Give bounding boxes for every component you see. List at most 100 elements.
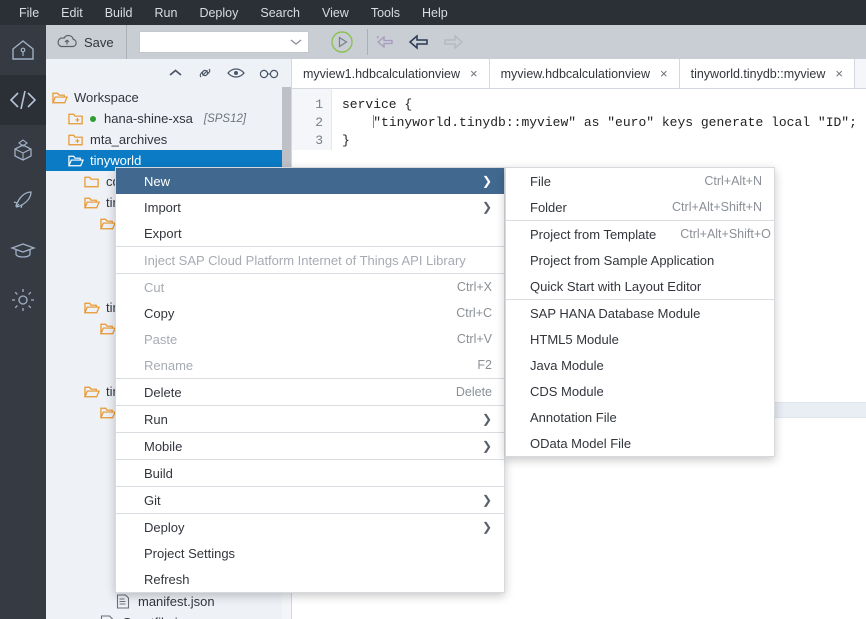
menu-item-project-from-template[interactable]: Project from Template Ctrl+Alt+Shift+O <box>506 221 774 247</box>
close-icon[interactable]: × <box>660 66 668 81</box>
menu-item-run[interactable]: Run ❯ <box>116 406 504 432</box>
rail-code-icon[interactable] <box>0 75 46 125</box>
folder-open-icon <box>100 321 116 337</box>
menu-item-label: New <box>144 173 171 189</box>
editor-tab[interactable]: myview.hdbcalculationview × <box>489 59 680 88</box>
chevron-right-icon: ❯ <box>481 493 492 507</box>
menu-item-refresh[interactable]: Refresh <box>116 566 504 592</box>
menu-item-new[interactable]: New ❯ <box>116 168 504 194</box>
back-button[interactable] <box>402 25 436 59</box>
menu-item-shortcut: Ctrl+V <box>456 332 492 346</box>
chevron-right-icon: ❯ <box>481 439 492 453</box>
menu-item-project-settings[interactable]: Project Settings <box>116 540 504 566</box>
arrow-left-icon <box>408 34 428 50</box>
eye-icon[interactable] <box>227 67 245 79</box>
rail-rocket-icon[interactable] <box>0 175 46 225</box>
tree-item[interactable]: Workspace <box>46 87 291 108</box>
tree-item-label: hana-shine-xsa <box>104 111 193 126</box>
code-line: } <box>342 133 350 148</box>
tree-item[interactable]: Gruntfile.js <box>46 612 291 619</box>
main-toolbar: Save <box>46 25 866 59</box>
folder-open-icon <box>84 195 100 211</box>
menu-item-project-from-sample-application[interactable]: Project from Sample Application <box>506 247 774 273</box>
collapse-up-icon[interactable] <box>168 68 183 78</box>
menu-item-annotation-file[interactable]: Annotation File <box>506 404 774 430</box>
folder-open-icon <box>52 90 68 106</box>
menu-run[interactable]: Run <box>144 2 189 24</box>
menu-bar: File Edit Build Run Deploy Search View Tools Hel… <box>0 0 866 25</box>
menu-item-odata-model-file[interactable]: OData Model File <box>506 430 774 456</box>
close-icon[interactable]: × <box>470 66 478 81</box>
ide-window: File Edit Build Run Deploy Search View Tools Hel… <box>0 0 866 619</box>
menu-tools[interactable]: Tools <box>360 2 411 24</box>
status-dot <box>90 115 96 122</box>
run-configuration-select[interactable] <box>138 31 309 53</box>
menu-edit[interactable]: Edit <box>50 2 94 24</box>
tree-item[interactable]: manifest.json <box>46 591 291 612</box>
menu-build[interactable]: Build <box>94 2 144 24</box>
menu-item-file[interactable]: File Ctrl+Alt+N <box>506 168 774 194</box>
file-icon <box>100 615 116 619</box>
menu-search[interactable]: Search <box>249 2 311 24</box>
link-icon[interactable] <box>197 65 213 81</box>
menu-item-mobile[interactable]: Mobile ❯ <box>116 433 504 459</box>
new-submenu[interactable]: File Ctrl+Alt+N Folder Ctrl+Alt+Shift+N Proj… <box>505 167 775 457</box>
rail-package-icon[interactable] <box>0 125 46 175</box>
save-button[interactable]: Save <box>46 25 127 59</box>
menu-item-label: File <box>530 173 551 189</box>
code-lines[interactable]: service { "tinyworld.tinydb::myview" as … <box>332 89 857 150</box>
menu-item-shortcut: Ctrl+X <box>456 280 492 294</box>
code-view[interactable]: 123 service { "tinyworld.tinydb::myview"… <box>292 89 866 150</box>
menu-item-git[interactable]: Git ❯ <box>116 487 504 513</box>
folder-open-icon <box>100 216 116 232</box>
menu-item-label: Java Module <box>530 357 604 373</box>
cloud-upload-icon <box>56 33 78 52</box>
menu-item-label: Rename <box>144 357 194 373</box>
menu-item-label: Project from Sample Application <box>530 252 715 268</box>
menu-item-import[interactable]: Import ❯ <box>116 194 504 220</box>
menu-item-sap-hana-database-module[interactable]: SAP HANA Database Module <box>506 300 774 326</box>
menu-item-quick-start-with-layout-editor[interactable]: Quick Start with Layout Editor <box>506 273 774 299</box>
menu-deploy[interactable]: Deploy <box>188 2 249 24</box>
editor-tab[interactable]: tinyworld.tinydb::myview × <box>679 59 855 88</box>
rail-graduation-cap-icon[interactable] <box>0 225 46 275</box>
menu-item-label: Copy <box>144 305 175 321</box>
step-back-button[interactable] <box>368 25 402 59</box>
menu-item-deploy[interactable]: Deploy ❯ <box>116 514 504 540</box>
chevron-right-icon: ❯ <box>481 174 492 188</box>
folder-plus-icon <box>68 111 84 127</box>
context-menu[interactable]: New ❯ Import ❯ Export Inject SAP Cloud Platfo… <box>115 167 505 593</box>
editor-tabs: myview1.hdbcalculationview × myview.hdbcal… <box>292 59 866 89</box>
menu-item-delete[interactable]: Delete Delete <box>116 379 504 405</box>
binoculars-icon[interactable] <box>259 67 279 79</box>
menu-item-label: Annotation File <box>530 409 617 425</box>
menu-item-label: CDS Module <box>530 383 604 399</box>
forward-button[interactable] <box>436 25 470 59</box>
editor-tab[interactable]: myview1.hdbcalculationview × <box>292 59 490 88</box>
menu-item-java-module[interactable]: Java Module <box>506 352 774 378</box>
menu-item-label: Mobile <box>144 438 183 454</box>
run-button[interactable] <box>329 29 355 55</box>
save-label: Save <box>84 34 114 50</box>
menu-help[interactable]: Help <box>411 2 459 24</box>
menu-item-folder[interactable]: Folder Ctrl+Alt+Shift+N <box>506 194 774 220</box>
menu-item-shortcut: F2 <box>477 358 492 372</box>
rail-gear-icon[interactable] <box>0 275 46 325</box>
menu-item-export[interactable]: Export <box>116 220 504 246</box>
menu-item-copy[interactable]: Copy Ctrl+C <box>116 300 504 326</box>
tree-item-label: tinyworld <box>90 153 142 168</box>
menu-item-build[interactable]: Build <box>116 460 504 486</box>
menu-item-cds-module[interactable]: CDS Module <box>506 378 774 404</box>
tree-item[interactable]: mta_archives <box>46 129 291 150</box>
menu-item-html5-module[interactable]: HTML5 Module <box>506 326 774 352</box>
menu-item-label: Folder <box>530 199 567 215</box>
menu-view[interactable]: View <box>311 2 360 24</box>
tree-item-label: Gruntfile.js <box>122 615 184 619</box>
menu-item-label: Export <box>144 225 182 241</box>
close-icon[interactable]: × <box>835 66 843 81</box>
folder-plus-icon <box>68 132 84 148</box>
menu-file[interactable]: File <box>8 2 50 24</box>
tree-item[interactable]: hana-shine-xsa [SPS12] <box>46 108 291 129</box>
menu-item-label: Project Settings <box>144 545 236 561</box>
rail-home-icon[interactable] <box>0 25 46 75</box>
